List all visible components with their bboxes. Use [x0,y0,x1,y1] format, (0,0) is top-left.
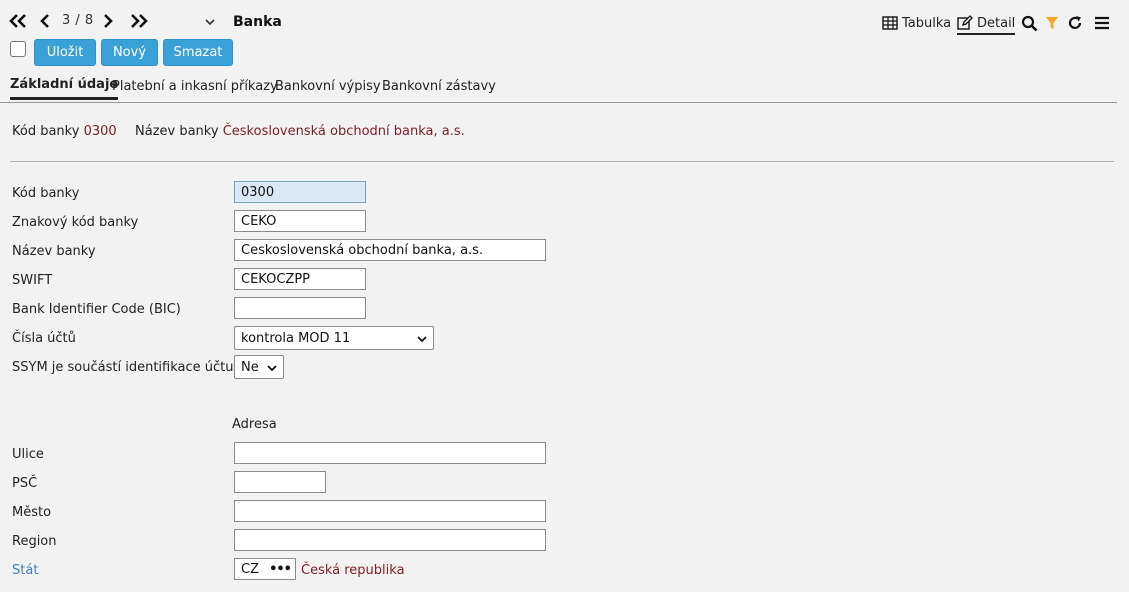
address-heading: Adresa [232,417,277,432]
bic-input[interactable] [234,297,366,319]
new-button[interactable]: Nový [101,39,158,66]
ulice-label: Ulice [12,447,44,462]
page-title: Banka [233,14,282,30]
chevron-down-icon [416,333,428,349]
ssym-value: Ne [241,359,259,375]
save-button[interactable]: Uložit [34,39,96,66]
previous-record-icon[interactable] [38,12,56,30]
nazev-banky-input[interactable] [234,239,546,261]
tab-platebni-prikazy[interactable]: Platební a inkasní příkazy [112,79,278,94]
summary-code: Kód banky 0300 [12,124,117,139]
refresh-icon[interactable] [1067,13,1083,33]
region-input[interactable] [234,529,546,551]
tab-bankovni-vypisy[interactable]: Bankovní výpisy [275,79,381,94]
delete-button[interactable]: Smazat [163,39,233,66]
summary-name-label: Název banky [135,124,219,139]
summary-name: Název banky Československá obchodní bank… [135,124,465,139]
region-label: Region [12,534,57,549]
cisla-uctu-value: kontrola MOD 11 [241,330,351,346]
summary-code-label: Kód banky [12,124,80,139]
psc-label: PSČ [12,476,38,491]
tab-zakladni-udaje[interactable]: Základní údaje [10,77,119,100]
swift-input[interactable] [234,268,366,290]
znakovy-kod-input[interactable] [234,210,366,232]
tab-bankovni-zastavy[interactable]: Bankovní zástavy [382,79,496,94]
psc-input[interactable] [234,471,326,493]
summary-name-value: Československá obchodní banka, a.s. [222,124,465,139]
stat-input[interactable]: CZ ••• [234,558,296,580]
chevron-down-icon[interactable] [204,16,216,28]
stat-code: CZ [241,561,259,577]
record-position: 3 / 8 [62,13,94,28]
mesto-input[interactable] [234,500,546,522]
ssym-label: SSYM je součástí identifikace účtu [12,360,234,375]
stat-name: Česká republika [301,563,405,578]
detail-view-label: Detail [977,15,1016,31]
detail-view-button[interactable]: Detail [957,13,1016,35]
tab-bar: Základní údaje Platební a inkasní příkaz… [0,72,1117,103]
menu-icon[interactable] [1094,13,1110,33]
table-view-label: Tabulka [902,15,952,31]
first-record-icon[interactable] [8,12,26,30]
summary-code-value: 0300 [83,124,117,139]
cisla-uctu-label: Čísla účtů [12,331,76,346]
filter-icon[interactable] [1045,13,1059,33]
stat-link[interactable]: Stát [12,563,38,578]
divider [10,161,1114,162]
kod-banky-label: Kód banky [12,186,80,201]
swift-label: SWIFT [12,273,53,288]
chevron-down-icon [266,362,278,378]
last-record-icon[interactable] [129,12,148,30]
more-icon[interactable]: ••• [269,562,292,577]
znakovy-kod-label: Znakový kód banky [12,215,139,230]
search-icon[interactable] [1021,13,1038,33]
table-view-button[interactable]: Tabulka [882,13,951,33]
cisla-uctu-select[interactable]: kontrola MOD 11 [234,326,434,350]
mesto-label: Město [12,505,52,520]
select-checkbox[interactable] [10,41,26,57]
nazev-banky-label: Název banky [12,244,96,259]
next-record-icon[interactable] [101,12,119,30]
ssym-select[interactable]: Ne [234,355,284,379]
kod-banky-input[interactable] [234,181,366,203]
bic-label: Bank Identifier Code (BIC) [12,302,181,317]
edit-icon [957,15,973,31]
ulice-input[interactable] [234,442,546,464]
table-icon [882,16,898,30]
